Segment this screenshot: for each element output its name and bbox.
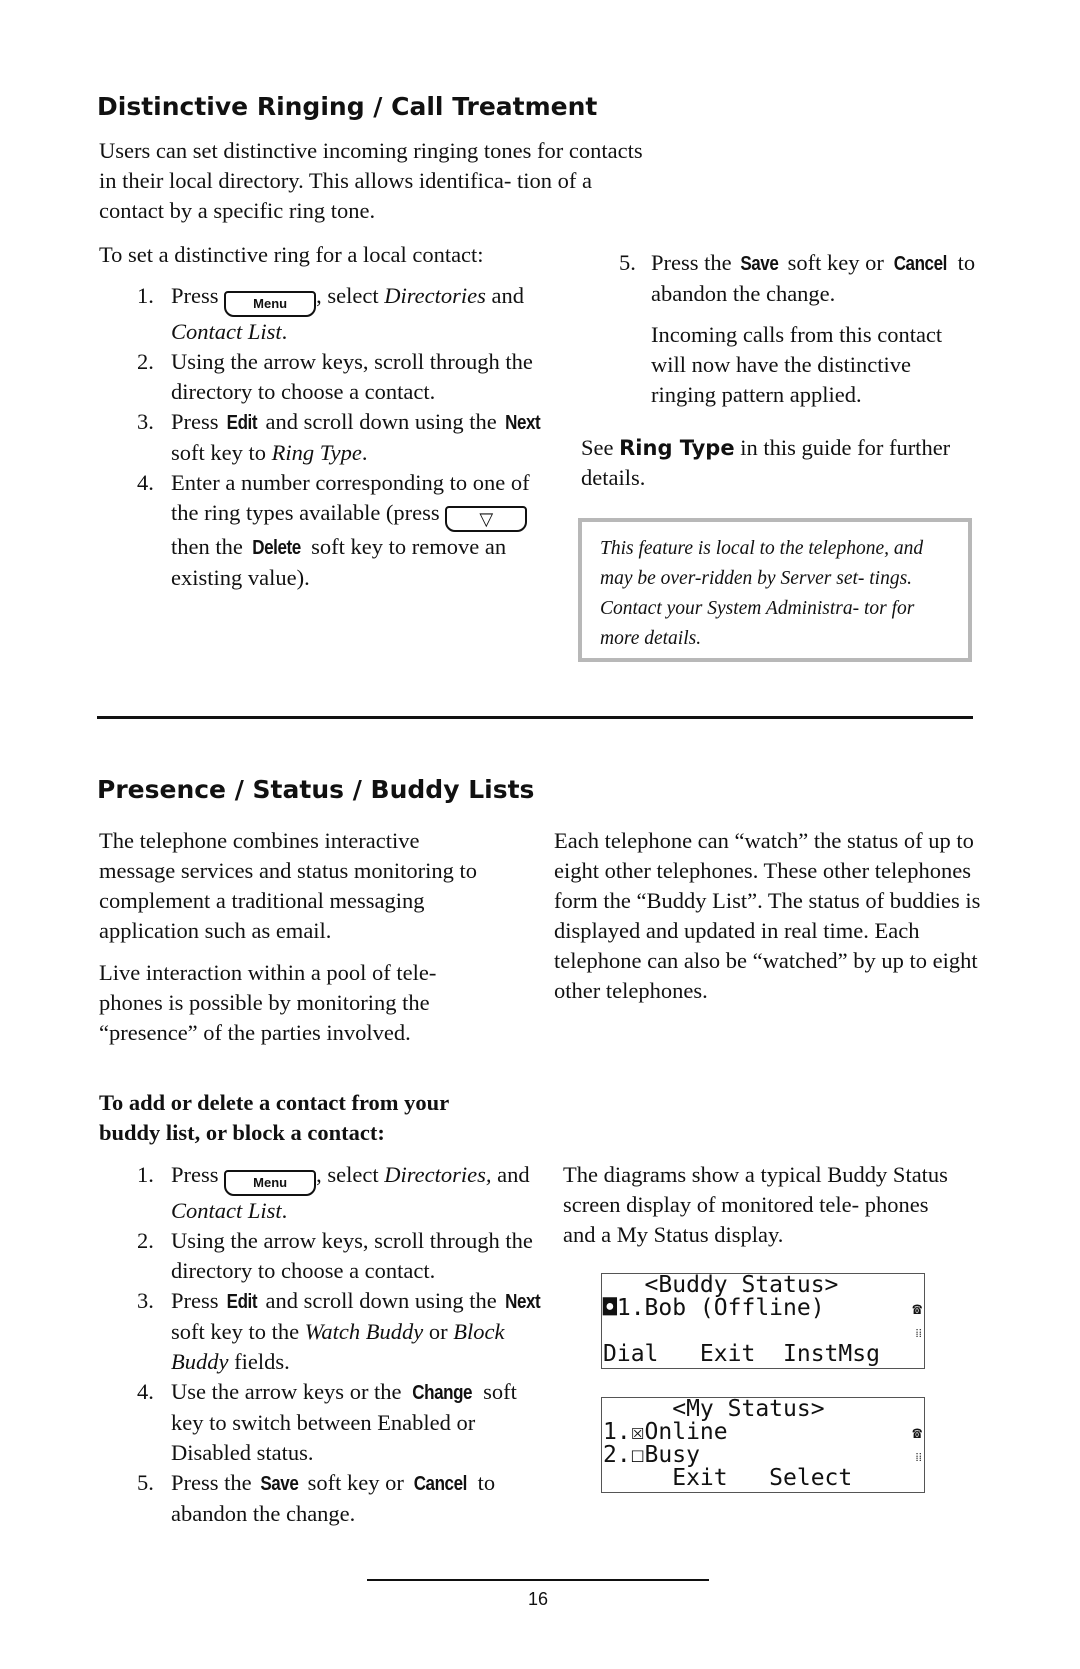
lcd-line-1: ◘1.Bob (Offline): [603, 1295, 825, 1321]
lcd-title: <My Status>: [603, 1396, 825, 1422]
presence-paragraph-1: The telephone combines interactive messa…: [99, 828, 478, 943]
down-arrow-key-icon: ▽: [445, 506, 528, 532]
note-box: This feature is local to the telephone, …: [578, 518, 972, 662]
list-item: 1. Press Menu, select Directories and Con…: [137, 283, 525, 344]
edit-softkey-label: Edit: [226, 412, 258, 434]
see-also-paragraph: See Ring Type in this guide for further …: [581, 435, 951, 490]
list-item: 4. Enter a number corresponding to one of…: [137, 470, 530, 590]
lcd-line-2: 2.☐Busy: [603, 1442, 700, 1468]
cancel-softkey-label: Cancel: [894, 253, 948, 275]
lcd-blank-line: [603, 1320, 924, 1343]
save-softkey-label: Save: [740, 253, 779, 275]
my-status-display: <My Status> 1.☒Online 2.☐Busy Exit Select ☎…: [601, 1397, 925, 1493]
lcd-softkeys: Exit Select: [603, 1465, 853, 1491]
presence-paragraph-2: Live interaction within a pool of tele- …: [99, 960, 437, 1045]
buddy-lead-text: To add or delete a contact from your bud…: [99, 1090, 449, 1145]
ring-steps-list-continued: 5. Press the Save soft key or Cancel to a…: [581, 248, 981, 309]
next-softkey-label: Next: [505, 412, 541, 434]
list-item: 1. Press Menu, select Directories, and Co…: [137, 1162, 530, 1223]
list-item: 5. Press the Save soft key or Cancel to a…: [137, 1470, 496, 1526]
list-item: 5. Press the Save soft key or Cancel to a…: [619, 250, 976, 306]
lcd-softkeys: Dial Exit InstMsg: [603, 1341, 880, 1367]
change-softkey-label: Change: [412, 1382, 473, 1404]
keypad-icon: ⁞⁞: [915, 1326, 922, 1340]
manual-page: Distinctive Ringing / Call Treatment Use…: [0, 0, 1080, 1669]
section-title-distinctive-ringing: Distinctive Ringing / Call Treatment: [97, 92, 598, 121]
buddy-status-display: <Buddy Status> ◘1.Bob (Offline) Dial Exit …: [601, 1273, 925, 1369]
ring-steps-list: 1. Press Menu, select Directories and Con…: [99, 281, 549, 593]
diagram-caption: The diagrams show a typical Buddy Status…: [563, 1162, 948, 1247]
list-item: 3. Press Edit and scroll down using the N…: [137, 409, 541, 465]
handset-icon: ☎: [912, 1299, 922, 1318]
section-divider: [97, 716, 973, 719]
intro-paragraph: Users can set distinctive incoming ringi…: [99, 138, 643, 223]
menu-key-icon: Menu: [224, 291, 317, 317]
buddy-steps-list: 1. Press Menu, select Directories, and Co…: [99, 1160, 549, 1529]
page-number: 16: [527, 1589, 549, 1609]
menu-key-icon: Menu: [224, 1170, 317, 1196]
edit-softkey-label: Edit: [226, 1291, 258, 1313]
ring-type-reference: Ring Type: [619, 436, 735, 460]
result-paragraph: Incoming calls from this contact will no…: [651, 322, 943, 407]
save-softkey-label: Save: [260, 1473, 299, 1495]
list-item: 3. Press Edit and scroll down using the N…: [137, 1288, 541, 1374]
delete-softkey-label: Delete: [252, 537, 302, 559]
cancel-softkey-label: Cancel: [414, 1473, 468, 1495]
footer-rule: [367, 1579, 709, 1581]
keypad-icon: ⁞⁞: [915, 1450, 922, 1464]
list-item: 2. Using the arrow keys, scroll through t…: [137, 349, 533, 404]
section-title-presence: Presence / Status / Buddy Lists: [97, 775, 535, 804]
lcd-title: <Buddy Status>: [603, 1272, 839, 1298]
list-item: 2. Using the arrow keys, scroll through t…: [137, 1228, 533, 1283]
lcd-line-1: 1.☒Online: [603, 1419, 728, 1445]
lead-text: To set a distinctive ring for a local co…: [99, 242, 484, 267]
presence-paragraph-3: Each telephone can “watch” the status of…: [554, 828, 981, 1003]
handset-icon: ☎: [912, 1423, 922, 1442]
list-item: 4. Use the arrow keys or the Change soft …: [137, 1379, 517, 1465]
next-softkey-label: Next: [505, 1291, 541, 1313]
